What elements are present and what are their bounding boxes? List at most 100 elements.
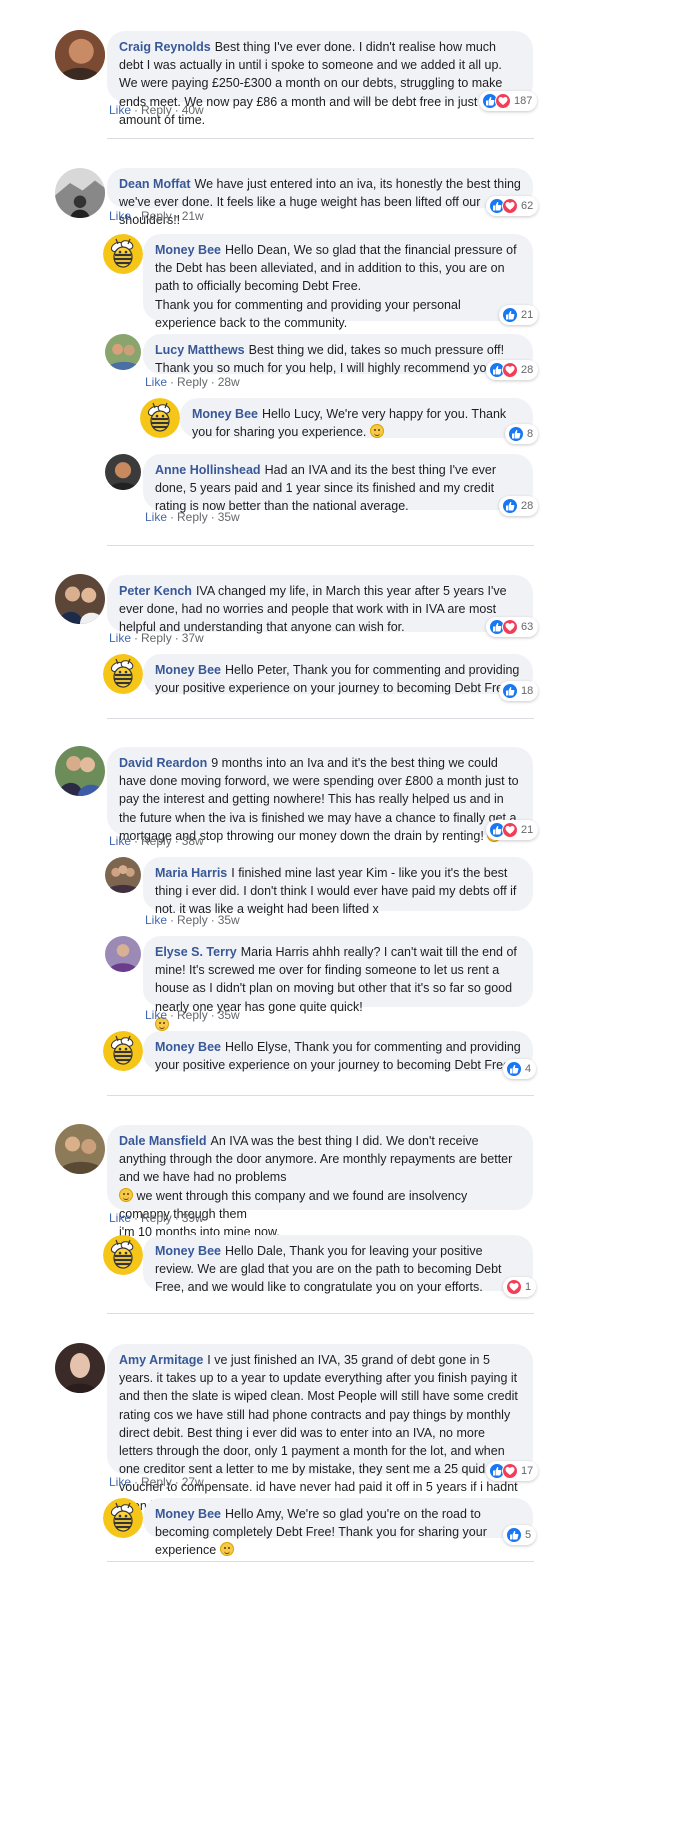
timestamp[interactable]: 28w (218, 375, 240, 389)
bee-avatar-icon[interactable] (140, 398, 180, 438)
thread-divider (107, 545, 534, 546)
thread-divider (107, 718, 534, 719)
author-name[interactable]: Peter Kench (119, 584, 192, 598)
timestamp[interactable]: 37w (182, 631, 204, 645)
author-name[interactable]: Elyse S. Terry (155, 945, 237, 959)
timestamp[interactable]: 39w (182, 1211, 204, 1225)
reaction-count: 5 (525, 1529, 532, 1541)
reactions-badge[interactable]: 28 (486, 360, 539, 380)
reply-button[interactable]: Reply (177, 375, 208, 389)
author-name[interactable]: Anne Hollinshead (155, 463, 261, 477)
reactions-badge[interactable]: 63 (486, 617, 539, 637)
like-button[interactable]: Like (145, 913, 167, 927)
avatar[interactable] (55, 168, 105, 218)
timestamp[interactable]: 35w (218, 510, 240, 524)
thumbs-up-icon (502, 683, 518, 699)
like-button[interactable]: Like (109, 631, 131, 645)
author-name[interactable]: Amy Armitage (119, 1353, 203, 1367)
like-button[interactable]: Like (109, 1211, 131, 1225)
reaction-count: 18 (521, 685, 534, 697)
smiley-emoji-icon (119, 1187, 133, 1202)
reply-button[interactable]: Reply (141, 834, 172, 848)
comment-bubble: Dean Moffat We have just entered into an … (107, 168, 533, 227)
reactions-badge[interactable]: 18 (499, 681, 539, 701)
comment-bubble: Money Bee Hello Lucy, We're very happy fo… (180, 398, 533, 439)
thumbs-up-icon (506, 1527, 522, 1543)
timestamp[interactable]: 40w (182, 103, 204, 117)
comment-text-2: Thank you for commenting and providing y… (155, 297, 461, 330)
smiley-emoji-icon (219, 1542, 234, 1557)
avatar[interactable] (105, 857, 141, 893)
author-name[interactable]: Money Bee (155, 1040, 221, 1054)
reactions-badge[interactable]: 1 (503, 1277, 537, 1297)
bee-avatar-icon[interactable] (103, 1235, 143, 1275)
reactions-badge[interactable]: 4 (503, 1059, 537, 1079)
author-name[interactable]: Lucy Matthews (155, 343, 245, 357)
reactions-badge[interactable]: 5 (503, 1525, 537, 1545)
author-name[interactable]: Dean Moffat (119, 177, 191, 191)
reactions-badge[interactable]: 28 (499, 496, 539, 516)
reply-button[interactable]: Reply (177, 913, 208, 927)
avatar[interactable] (105, 454, 141, 490)
reply-button[interactable]: Reply (177, 510, 208, 524)
author-name[interactable]: David Reardon (119, 756, 207, 770)
avatar[interactable] (55, 30, 105, 80)
avatar[interactable] (55, 746, 105, 796)
timestamp[interactable]: 38w (182, 834, 204, 848)
bee-avatar-icon[interactable] (103, 654, 143, 694)
reply-button[interactable]: Reply (141, 103, 172, 117)
comment-actions: Like · Reply · 35w (145, 510, 240, 524)
reactions-badge[interactable]: 187 (479, 91, 538, 111)
timestamp[interactable]: 35w (218, 913, 240, 927)
avatar[interactable] (55, 574, 105, 624)
comment-actions: Like · Reply · 35w (145, 913, 240, 927)
reactions-badge[interactable]: 17 (486, 1461, 539, 1481)
reply-button[interactable]: Reply (141, 1211, 172, 1225)
thread-divider (107, 138, 534, 139)
bee-avatar-icon[interactable] (103, 1498, 143, 1538)
author-name[interactable]: Dale Mansfield (119, 1134, 207, 1148)
heart-icon (502, 619, 518, 635)
reactions-badge[interactable]: 21 (486, 820, 539, 840)
author-name[interactable]: Money Bee (192, 407, 258, 421)
like-button[interactable]: Like (109, 209, 131, 223)
timestamp[interactable]: 27w (182, 1475, 204, 1489)
comment-bubble: Amy Armitage I ve just finished an IVA, 3… (107, 1344, 533, 1513)
reactions-badge[interactable]: 21 (499, 305, 539, 325)
avatar[interactable] (105, 334, 141, 370)
comment-bubble: Money Bee Hello Dale, Thank you for leavi… (143, 1235, 533, 1294)
author-name[interactable]: Money Bee (155, 1244, 221, 1258)
avatar[interactable] (55, 1343, 105, 1393)
timestamp[interactable]: 21w (182, 209, 204, 223)
heart-icon (506, 1279, 522, 1295)
avatar[interactable] (55, 1124, 105, 1174)
author-name[interactable]: Craig Reynolds (119, 40, 211, 54)
like-button[interactable]: Like (145, 1008, 167, 1022)
comment-actions: Like · Reply · 39w (109, 1211, 204, 1225)
author-name[interactable]: Money Bee (155, 243, 221, 257)
comment-bubble: Craig Reynolds Best thing I've ever done.… (107, 31, 533, 127)
comment-bubble: Lucy Matthews Best thing we did, takes so… (143, 334, 533, 375)
reply-button[interactable]: Reply (141, 631, 172, 645)
avatar[interactable] (105, 936, 141, 972)
reactions-badge[interactable]: 62 (486, 196, 539, 216)
like-button[interactable]: Like (109, 834, 131, 848)
author-name[interactable]: Money Bee (155, 663, 221, 677)
reply-button[interactable]: Reply (177, 1008, 208, 1022)
reply-button[interactable]: Reply (141, 209, 172, 223)
reaction-count: 21 (521, 824, 534, 836)
like-button[interactable]: Like (109, 1475, 131, 1489)
author-name[interactable]: Maria Harris (155, 866, 227, 880)
like-button[interactable]: Like (145, 375, 167, 389)
like-button[interactable]: Like (145, 510, 167, 524)
bee-avatar-icon[interactable] (103, 234, 143, 274)
reply-button[interactable]: Reply (141, 1475, 172, 1489)
heart-icon (502, 198, 518, 214)
timestamp[interactable]: 35w (218, 1008, 240, 1022)
comment-bubble: David Reardon 9 months into an Iva and it… (107, 747, 533, 843)
like-button[interactable]: Like (109, 103, 131, 117)
reactions-badge[interactable]: 8 (505, 424, 539, 444)
author-name[interactable]: Money Bee (155, 1507, 221, 1521)
comment-actions: Like · Reply · 27w (109, 1475, 204, 1489)
bee-avatar-icon[interactable] (103, 1031, 143, 1071)
